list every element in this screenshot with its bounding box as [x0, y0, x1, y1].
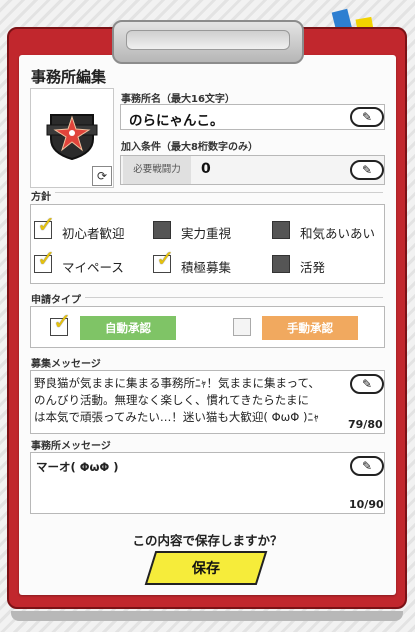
option-skill: 実力重視	[181, 226, 232, 241]
required-power-label: 必要戦闘力	[123, 156, 191, 184]
office-message-char-count: 10/90	[349, 498, 384, 511]
office-name-label: 事務所名（最大16文字）	[121, 94, 235, 105]
option-mypace: マイペース	[62, 260, 124, 275]
checkbox-auto-approve[interactable]: ✓	[50, 310, 71, 336]
office-name-field[interactable]: のらにゃんこ。	[120, 104, 385, 130]
checkbox-friendly[interactable]	[272, 221, 290, 239]
check-icon: ✓	[53, 310, 72, 335]
save-button-label: 保存	[192, 561, 220, 577]
recruit-line: 野良猫が気ままに集まる事務所ﾆｬ！気ままに集まって、	[34, 376, 320, 390]
recruit-line: は本気で頑張ってみたい…！迷い猫も大歓迎( ΦωΦ )ﾆｬ	[34, 410, 319, 424]
board-shadow	[11, 611, 403, 621]
apply-type-title: 申請タイプ	[31, 291, 85, 306]
checkbox-skill[interactable]	[153, 221, 171, 239]
required-power-value: 0	[201, 161, 211, 177]
option-lively: 活発	[300, 260, 326, 275]
recruit-message-title: 募集メッセージ	[31, 359, 101, 370]
manual-approve-button[interactable]: 手動承認	[262, 316, 358, 340]
divider	[31, 192, 383, 193]
office-message-title: 事務所メッセージ	[31, 441, 111, 452]
checkbox-mypace[interactable]: ✓	[34, 247, 55, 273]
checkbox-manual-approve[interactable]	[233, 318, 251, 336]
pencil-icon[interactable]: ✎	[350, 374, 384, 394]
refresh-icon[interactable]: ⟳	[92, 166, 112, 186]
recruit-message-text: 野良猫が気ままに集まる事務所ﾆｬ！気ままに集まって、 のんびり活動。無理なく楽し…	[34, 375, 374, 426]
checkbox-lively[interactable]	[272, 255, 290, 273]
checkbox-active-recruit[interactable]: ✓	[153, 247, 174, 273]
office-name-value: のらにゃんこ。	[129, 113, 224, 129]
office-message-text: マーオ( ΦωΦ )	[36, 460, 119, 474]
pencil-icon[interactable]: ✎	[350, 456, 384, 476]
pencil-icon[interactable]: ✎	[350, 160, 384, 180]
option-beginner: 初心者歓迎	[62, 226, 125, 241]
pencil-icon[interactable]: ✎	[350, 107, 384, 127]
option-friendly: 和気あいあい	[300, 226, 376, 241]
check-icon: ✓	[37, 247, 56, 272]
join-condition-field[interactable]: 必要戦闘力 0	[120, 155, 385, 185]
recruit-char-count: 79/80	[348, 418, 383, 431]
save-button[interactable]: 保存	[144, 550, 268, 586]
checkbox-beginner[interactable]: ✓	[34, 213, 55, 239]
crest-emblem-icon	[46, 114, 98, 161]
option-active-recruit: 積極募集	[181, 260, 232, 275]
page-title: 事務所編集	[31, 68, 107, 86]
check-icon: ✓	[37, 213, 56, 238]
clipboard-clip	[112, 20, 304, 64]
join-condition-label: 加入条件（最大8桁数字のみ）	[121, 142, 258, 153]
auto-approve-button[interactable]: 自動承認	[80, 316, 176, 340]
save-confirm-text: この内容で保存しますか？	[132, 533, 283, 548]
recruit-line: のんびり活動。無理なく楽しく、慣れてきたらたまに	[34, 393, 309, 407]
emblem-frame: ⟳	[30, 88, 114, 188]
policy-title: 方針	[31, 188, 55, 203]
check-icon: ✓	[156, 247, 175, 272]
